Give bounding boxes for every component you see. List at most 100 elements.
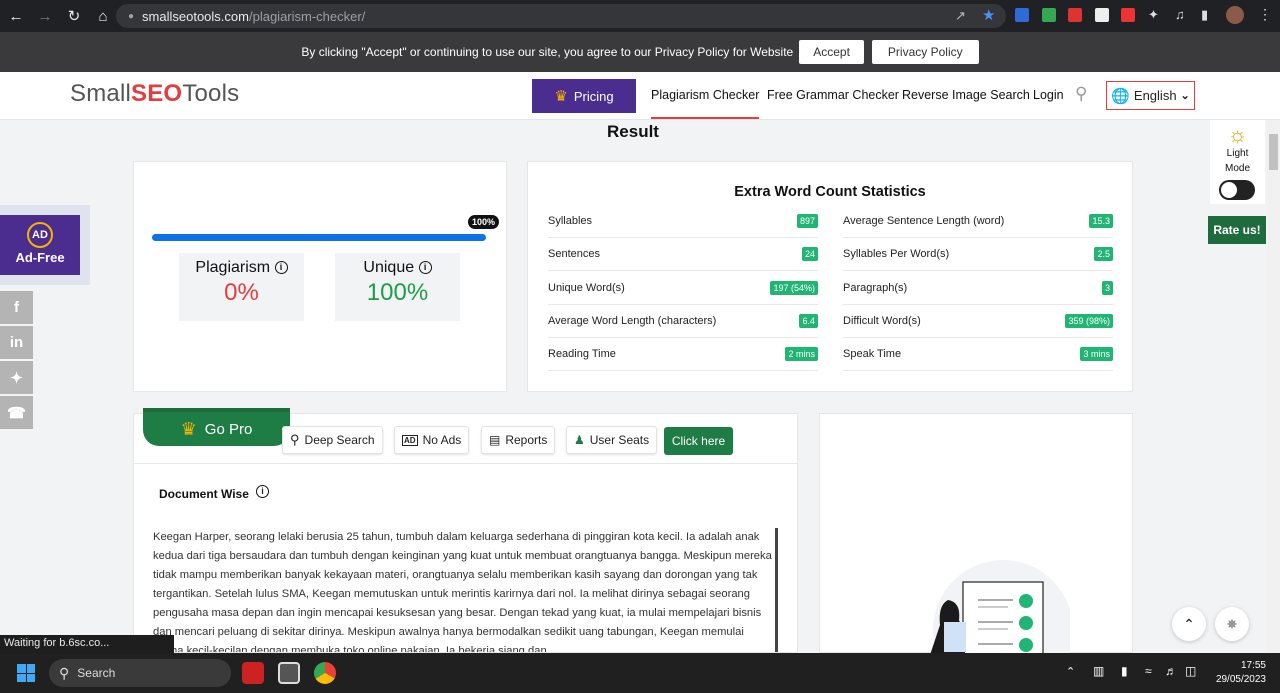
browser-status: Waiting for b.6sc.co... [0, 635, 174, 653]
report-icon: ▤ [489, 433, 501, 447]
search-icon[interactable]: ⚲ [1075, 84, 1087, 104]
clock-date: 29/05/2023 [1215, 674, 1266, 685]
feature-deep-search[interactable]: ⚲ Deep Search [282, 426, 383, 454]
taskbar-search-label: Search [77, 666, 116, 680]
language-select[interactable]: 🌐 English ⌄ [1106, 81, 1195, 110]
plagiarism-label: Plagiarism [195, 259, 271, 276]
word-stat-value: 2.5 [1094, 247, 1113, 262]
wifi-icon[interactable]: ≈ [1145, 664, 1152, 678]
unique-label: Unique [363, 259, 415, 276]
accept-button[interactable]: Accept [799, 40, 864, 64]
light-mode-toggle[interactable] [1219, 180, 1255, 200]
nav-grammar-checker[interactable]: Free Grammar Checker [767, 88, 899, 102]
word-stat-value: 197 (54%) [770, 280, 818, 295]
media-icon[interactable]: ♫ [1175, 7, 1185, 22]
feature-reports[interactable]: ▤ Reports [481, 426, 556, 454]
site-logo[interactable]: SmallSEOTools [70, 80, 239, 108]
plagiarism-box: Plagiarism i 0% [179, 253, 304, 321]
checklist-illustration [930, 560, 1070, 653]
app-icon[interactable] [278, 662, 300, 684]
tray-icon[interactable]: ▥ [1093, 664, 1104, 678]
go-pro-label: Go Pro [204, 420, 253, 438]
nav-reverse-image-search[interactable]: Reverse Image Search [902, 88, 1030, 102]
plagiarism-value: 0% [224, 279, 259, 306]
rate-us-button[interactable]: Rate us! [1208, 216, 1266, 244]
go-pro-banner[interactable]: ♛ Go Pro [143, 408, 290, 446]
bookmark-star-icon[interactable]: ★ [982, 6, 995, 24]
battery-icon[interactable]: ▮ [1121, 664, 1128, 678]
illustration [908, 560, 1070, 653]
word-stat-row: Unique Word(s) 197 (54%) [548, 272, 818, 305]
progress-badge: 100% [468, 215, 500, 229]
menu-kebab-icon[interactable]: ⋮ [1258, 6, 1272, 23]
app-icon[interactable] [242, 662, 264, 684]
twitter-icon[interactable]: ✦ [0, 361, 33, 394]
word-stat-value: 2 mins [785, 347, 818, 362]
linkedin-icon[interactable]: in [0, 326, 33, 359]
sun-icon: ☼ [1227, 122, 1248, 147]
extension-icon[interactable] [1015, 8, 1029, 22]
feature-label: Reports [505, 433, 548, 447]
forward-icon[interactable]: → [32, 3, 58, 29]
word-stat-value: 6.4 [799, 313, 818, 328]
light-mode-label-1: Light [1226, 148, 1249, 159]
word-stat-row: Difficult Word(s) 359 (98%) [843, 305, 1113, 338]
facebook-icon[interactable]: f [0, 291, 33, 324]
whatsapp-icon[interactable]: ☎ [0, 396, 33, 429]
word-stat-label: Speak Time [843, 348, 902, 361]
privacy-policy-button[interactable]: Privacy Policy [871, 40, 979, 64]
cookie-banner: By clicking "Accept" or continuing to us… [0, 32, 1280, 72]
url-host: smallseotools.com [142, 8, 249, 24]
word-stat-value: 3 [1101, 280, 1113, 295]
windows-start-icon[interactable] [17, 664, 35, 682]
word-stat-label: Syllables [548, 215, 593, 227]
home-icon[interactable]: ⌂ [90, 3, 116, 29]
info-icon[interactable]: i [256, 485, 269, 498]
page-scrollbar[interactable] [1267, 120, 1280, 653]
chrome-icon[interactable] [314, 662, 336, 684]
share-icon[interactable]: ↗ [955, 8, 966, 24]
scroll-top-button[interactable]: ⌃ [1172, 607, 1206, 641]
ad-free-button[interactable]: AD Ad-Free [0, 215, 80, 275]
extension-icon[interactable] [1042, 8, 1056, 22]
word-stat-value: 897 [796, 214, 818, 228]
word-stat-row: Average Sentence Length (word) 15.3 [843, 205, 1113, 238]
pricing-button[interactable]: ♛ Pricing [532, 79, 636, 113]
extension-icon[interactable] [1095, 8, 1109, 22]
site-header: SmallSEOTools ♛ Pricing Plagiarism Check… [0, 72, 1280, 120]
reload-icon[interactable]: ↻ [61, 3, 87, 29]
address-bar[interactable]: ● smallseotools.com/plagiarism-checker/ [116, 4, 1006, 28]
unique-label-row: Unique i [335, 259, 460, 277]
back-icon[interactable]: ← [3, 3, 29, 29]
info-icon[interactable]: i [418, 261, 432, 274]
no-ads-icon: AD [402, 434, 418, 446]
click-here-button[interactable]: Click here [664, 427, 733, 455]
volume-icon[interactable]: ♬ [1165, 664, 1177, 678]
extension-icon[interactable] [1121, 8, 1135, 22]
word-stat-label: Paragraph(s) [843, 281, 908, 294]
bug-report-button[interactable]: ✸ [1215, 607, 1249, 641]
globe-icon: 🌐 [1111, 87, 1130, 105]
info-icon[interactable]: i [274, 261, 288, 274]
word-stat-label: Unique Word(s) [548, 281, 625, 294]
feature-user-seats[interactable]: ♟ User Seats [566, 426, 658, 454]
tray-chevron-icon[interactable]: ⌃ [1066, 665, 1075, 678]
nav-plagiarism-checker[interactable]: Plagiarism Checker [651, 88, 760, 119]
document-text: Keegan Harper, seorang lelaki berusia 25… [153, 531, 772, 652]
feature-no-ads[interactable]: AD No Ads [394, 426, 470, 454]
result-title: Result [607, 122, 659, 141]
sidepanel-icon[interactable]: ▮ [1201, 7, 1208, 23]
text-scrollbar[interactable] [775, 528, 778, 652]
page-scrollbar-thumb[interactable] [1269, 134, 1278, 170]
browser-toolbar: ← → ↻ ⌂ ● smallseotools.com/plagiarism-c… [0, 0, 1280, 32]
puzzle-icon[interactable]: ✦ [1148, 7, 1159, 23]
nav-login[interactable]: Login [1033, 88, 1064, 102]
profile-avatar[interactable] [1226, 6, 1244, 24]
extension-icon[interactable] [1068, 8, 1082, 22]
word-stat-label: Average Word Length (characters) [548, 314, 717, 327]
system-clock[interactable]: 17:55 29/05/2023 [1208, 659, 1266, 687]
pricing-label: Pricing [573, 88, 614, 104]
document-wise-heading: Document Wise [159, 487, 249, 501]
power-icon[interactable]: ◫ [1185, 664, 1196, 678]
taskbar-search[interactable]: ⚲ Search [49, 659, 231, 687]
